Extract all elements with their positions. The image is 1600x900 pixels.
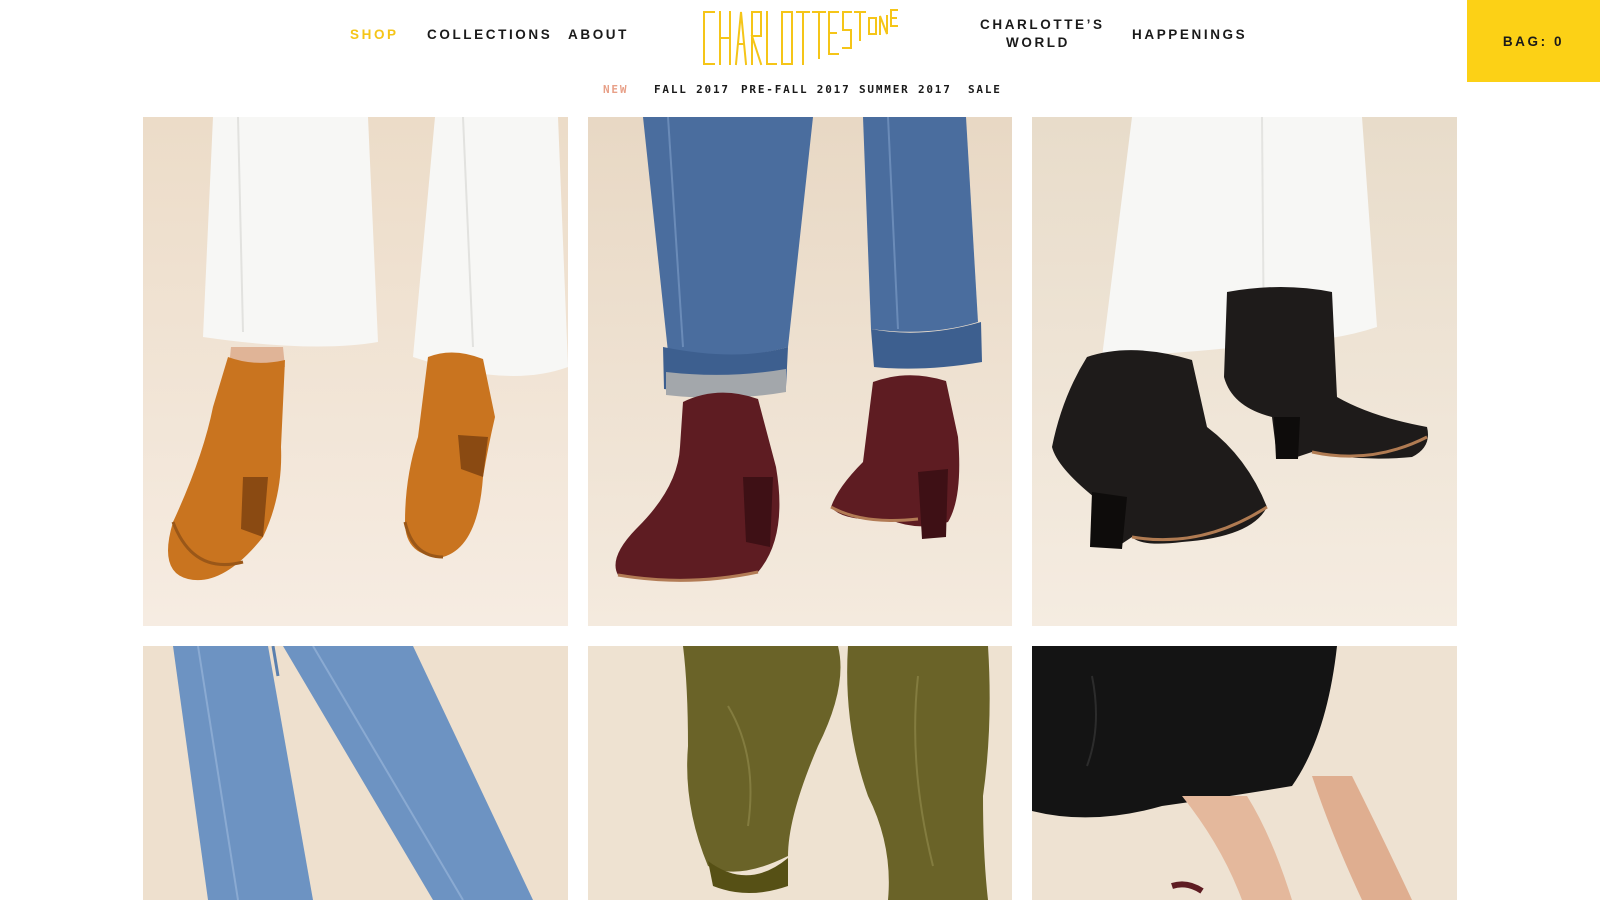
bag-label: BAG: 0 bbox=[1502, 33, 1565, 49]
product-image bbox=[588, 117, 1012, 626]
subnav-summer-2017-link[interactable]: SUMMER 2017 bbox=[859, 82, 952, 98]
product-tile-black-dress[interactable] bbox=[1032, 646, 1457, 900]
subnav-sale-link[interactable]: SALE bbox=[968, 82, 1002, 98]
product-image bbox=[1032, 646, 1457, 900]
nav-charlottes-world-link[interactable]: CHARLOTTE’S WORLD bbox=[980, 16, 1102, 52]
nav-collections-link[interactable]: COLLECTIONS bbox=[427, 26, 552, 44]
subnav-new-link[interactable]: NEW bbox=[603, 82, 628, 98]
nav-shop-link[interactable]: SHOP bbox=[350, 26, 399, 44]
product-image bbox=[1032, 117, 1457, 626]
product-tile-tan-boots[interactable] bbox=[143, 117, 568, 626]
nav-happenings-link[interactable]: HAPPENINGS bbox=[1132, 26, 1247, 44]
product-image bbox=[143, 117, 568, 626]
nav-world-line2: WORLD bbox=[1006, 35, 1070, 50]
bag-button[interactable]: BAG: 0 bbox=[1467, 0, 1600, 82]
product-tile-olive-trousers[interactable] bbox=[588, 646, 1012, 900]
product-tile-black-boots[interactable] bbox=[1032, 117, 1457, 626]
top-navigation: SHOP COLLECTIONS ABOUT CHARLOTTE’S WORLD… bbox=[0, 0, 1600, 82]
logo-wordmark bbox=[703, 9, 898, 66]
nav-about-link[interactable]: ABOUT bbox=[568, 26, 629, 44]
product-image bbox=[588, 646, 1012, 900]
brand-logo[interactable] bbox=[700, 6, 900, 68]
sub-navigation: NEW FALL 2017 PRE-FALL 2017 SUMMER 2017 … bbox=[0, 82, 1600, 116]
subnav-fall-2017-link[interactable]: FALL 2017 bbox=[654, 82, 730, 98]
product-image bbox=[143, 646, 568, 900]
subnav-pre-fall-2017-link[interactable]: PRE-FALL 2017 bbox=[741, 82, 851, 98]
nav-world-line1: CHARLOTTE’S bbox=[980, 17, 1105, 32]
product-tile-burgundy-boots[interactable] bbox=[588, 117, 1012, 626]
product-tile-blue-jeans[interactable] bbox=[143, 646, 568, 900]
